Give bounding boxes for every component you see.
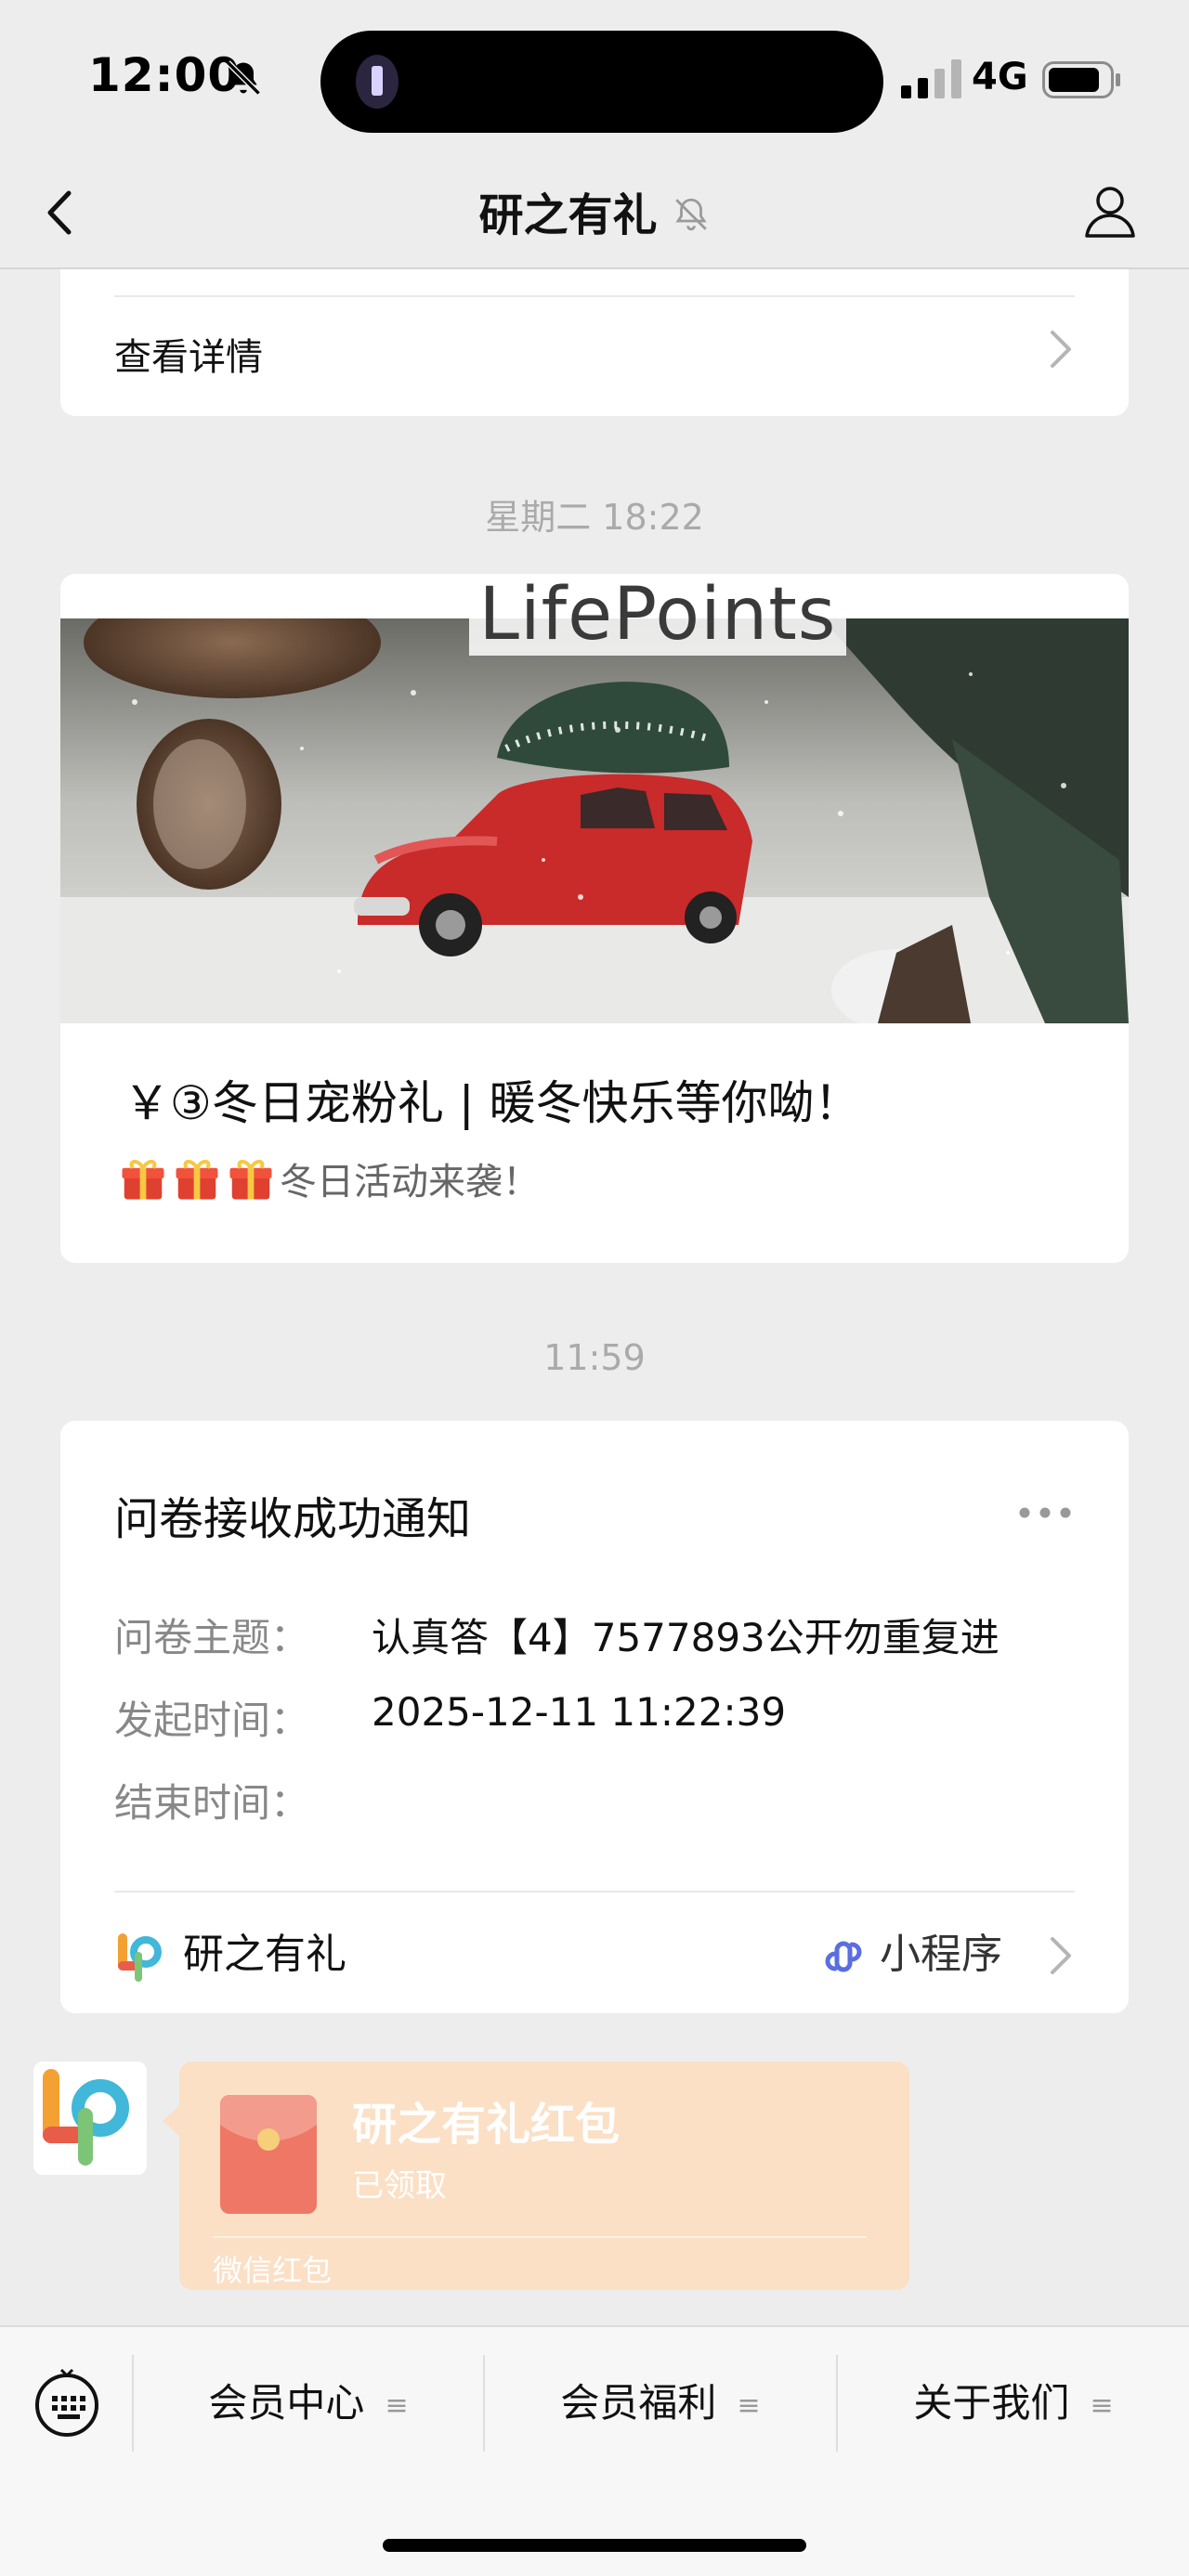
signal-icon	[901, 59, 961, 98]
menu-item-member-benefits[interactable]: 会员福利 ≡	[485, 2348, 836, 2459]
menu-item-label: 会员福利	[560, 2380, 717, 2426]
dynamic-island	[320, 31, 883, 133]
article-subtitle-text: 冬日活动来袭！	[280, 1161, 540, 1203]
nav-title-wrap: 研之有礼	[0, 178, 1189, 243]
notice-row-value: 认真答【4】7577893公开勿重复进	[372, 1615, 1000, 1660]
menu-list-icon: ≡	[1090, 2389, 1114, 2422]
gift-icon	[122, 1159, 164, 1200]
red-packet-footer: 微信红包	[213, 2253, 333, 2288]
mute-bell-icon	[674, 198, 707, 231]
notice-row-label: 发起时间：	[114, 1698, 310, 1743]
profile-icon[interactable]	[1079, 180, 1141, 241]
more-icon[interactable]	[1017, 1506, 1073, 1519]
chevron-right-icon	[1051, 1937, 1071, 1974]
survey-notice-card[interactable]: 问卷接收成功通知 问卷主题： 认真答【4】7577893公开勿重复进 发起时间：…	[60, 1421, 1129, 2013]
menu-item-about-us[interactable]: 关于我们 ≡	[838, 2348, 1189, 2459]
mini-program-icon	[825, 1941, 862, 1972]
card-divider	[114, 1891, 1075, 1893]
menu-item-member-center[interactable]: 会员中心 ≡	[134, 2348, 483, 2459]
timestamp: 11:59	[543, 1337, 646, 1378]
red-packet-message[interactable]: 研之有礼红包 已领取 微信红包	[163, 2062, 909, 2290]
avatar[interactable]	[33, 2062, 147, 2175]
lp-logo-icon	[43, 2069, 129, 2166]
menu-item-label: 会员中心	[208, 2380, 365, 2426]
nav-bar: 研之有礼	[0, 158, 1189, 269]
menu-list-icon: ≡	[737, 2389, 761, 2422]
status-bar: 12:00 4G	[0, 0, 1189, 158]
battery-icon	[1042, 61, 1120, 98]
red-packet-icon	[220, 2095, 317, 2214]
notice-title: 问卷接收成功通知	[114, 1493, 472, 1545]
red-packet-title: 研之有礼红包	[352, 2099, 621, 2151]
gift-icon	[229, 1159, 272, 1200]
timestamp: 星期二 18:22	[485, 497, 704, 538]
red-packet-status: 已领取	[352, 2167, 447, 2205]
lp-logo-icon	[118, 1933, 162, 1982]
card-divider	[114, 295, 1075, 297]
lifepoints-logo-text: LifePoints	[478, 574, 837, 657]
article-title: ￥③冬日宠粉礼 | 暖冬快乐等你呦！	[124, 1076, 861, 1130]
notice-row-label: 问卷主题：	[114, 1615, 310, 1660]
flashlight-icon	[356, 55, 399, 109]
article-subtitle: 冬日活动来袭！	[118, 1151, 540, 1205]
notice-app-name[interactable]: 研之有礼	[183, 1920, 346, 1980]
winter-car-image	[60, 618, 1129, 1023]
menu-item-label: 关于我们	[913, 2380, 1070, 2426]
home-indicator[interactable]	[383, 2539, 806, 2552]
red-packet-divider	[213, 2236, 867, 2238]
mini-program-link[interactable]: 小程序	[880, 1920, 1002, 1980]
view-details-link[interactable]: 查看详情	[114, 327, 263, 381]
status-time: 12:00	[88, 48, 242, 102]
gift-icon	[176, 1159, 218, 1200]
network-type: 4G	[972, 56, 1028, 98]
chevron-right-icon	[1051, 331, 1071, 368]
article-card[interactable]: LifePoints ￥③冬日宠粉礼 | 暖冬快乐等你呦！ 冬日活动来袭！	[60, 574, 1129, 1263]
article-cover-image	[60, 618, 1129, 1023]
notice-row-value: 2025-12-11 11:22:39	[372, 1689, 787, 1735]
previous-message-card[interactable]: 查看详情	[60, 269, 1129, 416]
page-title: 研之有礼	[478, 189, 658, 241]
keyboard-icon[interactable]	[33, 2364, 100, 2439]
menu-list-icon: ≡	[385, 2389, 409, 2422]
notice-row-label: 结束时间：	[114, 1780, 310, 1826]
lifepoints-logo: LifePoints	[469, 574, 846, 656]
bell-slash-icon	[226, 60, 261, 96]
